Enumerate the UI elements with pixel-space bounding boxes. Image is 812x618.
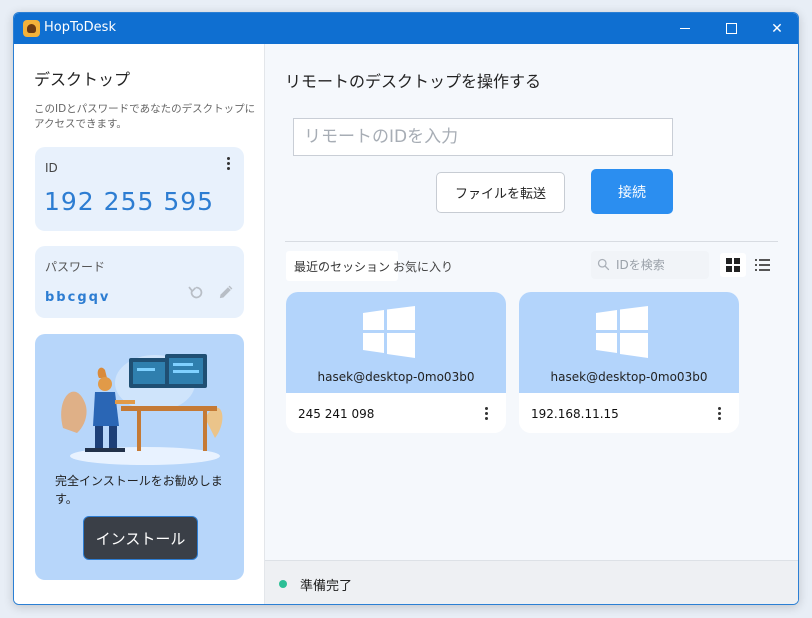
id-card: ID 192 255 595 — [35, 147, 244, 231]
id-value: 192 255 595 — [44, 187, 215, 216]
maximize-button[interactable] — [708, 13, 754, 44]
tab-favorites[interactable]: お気に入り — [385, 251, 461, 281]
main-title: リモートのデスクトップを操作する — [285, 72, 542, 91]
session-host: hasek@desktop-0mo03b0 — [317, 370, 475, 384]
session-card-footer: 245 241 098 — [286, 393, 506, 433]
session-card-preview[interactable]: hasek@desktop-0mo03b0 — [519, 292, 739, 393]
session-more-icon[interactable] — [718, 407, 722, 421]
password-value: bbcgqv — [45, 290, 111, 305]
status-indicator-icon — [279, 580, 287, 588]
windows-icon — [363, 306, 415, 358]
password-card: パスワード bbcgqv — [35, 246, 244, 318]
status-text: 準備完了 — [300, 579, 353, 594]
session-card[interactable]: hasek@desktop-0mo03b0 192.168.11.15 — [519, 292, 739, 433]
session-card-footer: 192.168.11.15 — [519, 393, 739, 433]
tab-recent-sessions[interactable]: 最近のセッション — [286, 251, 399, 281]
id-label: ID — [45, 161, 58, 175]
search-icon — [597, 258, 610, 271]
title-bar[interactable]: HopToDesk — [14, 13, 798, 44]
close-button[interactable] — [754, 13, 798, 44]
grid-view-button[interactable] — [720, 253, 746, 277]
refresh-icon[interactable] — [188, 284, 205, 301]
sidebar: デスクトップ このIDとパスワードであなたのデスクトップにアクセスできます。 I… — [14, 44, 265, 604]
session-host: hasek@desktop-0mo03b0 — [550, 370, 708, 384]
main-panel: リモートのデスクトップを操作する ファイルを転送 接続 最近のセッション お気に… — [265, 44, 798, 604]
window-title: HopToDesk — [44, 20, 116, 35]
windows-icon — [596, 306, 648, 358]
password-label: パスワード — [45, 260, 106, 274]
transfer-file-button[interactable]: ファイルを転送 — [436, 172, 565, 213]
list-icon — [754, 259, 770, 271]
sidebar-title: デスクトップ — [34, 70, 131, 89]
app-logo-icon — [23, 20, 40, 37]
status-bar: 準備完了 — [265, 560, 798, 604]
session-card[interactable]: hasek@desktop-0mo03b0 245 241 098 — [286, 292, 506, 433]
install-promo: 完全インストールをお勧めします。 インストール — [35, 334, 244, 580]
search-input[interactable] — [616, 255, 706, 275]
install-recommendation-text: 完全インストールをお勧めします。 — [55, 474, 223, 506]
minimize-button[interactable] — [662, 13, 708, 44]
session-address: 245 241 098 — [298, 407, 375, 421]
session-address: 192.168.11.15 — [531, 407, 619, 421]
session-card-preview[interactable]: hasek@desktop-0mo03b0 — [286, 292, 506, 393]
install-button[interactable]: インストール — [83, 516, 198, 560]
kangaroo-desk-illustration — [61, 354, 223, 465]
list-view-button[interactable] — [749, 253, 775, 277]
app-window: HopToDesk デスクトップ このIDとパスワードであなたのデスクトップにア… — [13, 12, 799, 605]
search-box[interactable] — [591, 251, 709, 279]
grid-icon — [726, 258, 740, 272]
section-divider — [285, 241, 778, 242]
id-more-icon[interactable] — [227, 157, 231, 171]
connect-button[interactable]: 接続 — [591, 169, 673, 214]
session-more-icon[interactable] — [485, 407, 489, 421]
remote-id-input[interactable] — [293, 118, 673, 156]
edit-icon[interactable] — [217, 284, 234, 301]
sidebar-description: このIDとパスワードであなたのデスクトップにアクセスできます。 — [34, 103, 256, 130]
